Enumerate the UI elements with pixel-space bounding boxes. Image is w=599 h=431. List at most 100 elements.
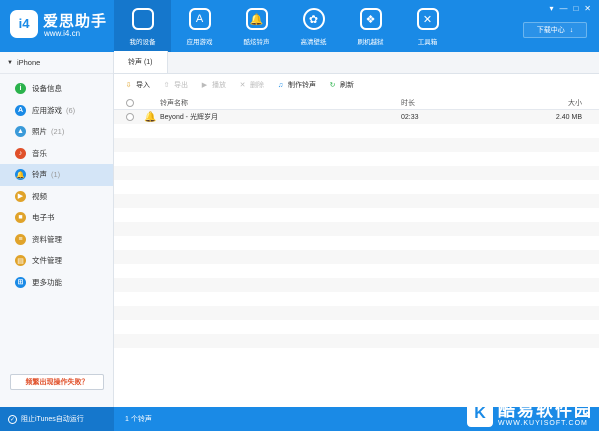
app-logo: i4 (10, 10, 38, 38)
info-icon: i (15, 83, 26, 95)
sidebar-item-count: (21) (51, 127, 65, 137)
empty-row (114, 278, 599, 292)
sidebar-item-book[interactable]: ■ 电子书 (0, 207, 113, 229)
device-header[interactable]: ▼ iPhone (0, 52, 113, 74)
block-itunes-label: 阻止iTunes自动运行 (21, 416, 84, 423)
column-name-header[interactable]: 铃声名称 (160, 98, 401, 108)
nav-item-flower[interactable]: ✿ 高清壁纸 (285, 0, 342, 52)
make-ringtone-icon: ♫ (277, 81, 284, 89)
sidebar-item-apps[interactable]: A 应用游戏 (6) (0, 100, 113, 122)
sidebar-item-photo[interactable]: ▲ 照片 (21) (0, 121, 113, 143)
menu-icon[interactable]: ▾ (549, 4, 553, 13)
download-center-button[interactable]: 下载中心 ↓ (523, 22, 587, 38)
make-ringtone-button[interactable]: ♫ 制作铃声 (276, 80, 316, 90)
apple-icon (131, 8, 154, 30)
sidebar-item-info[interactable]: i 设备信息 (0, 78, 113, 100)
nav-item-tools[interactable]: ✕ 工具箱 (399, 0, 456, 52)
import-button[interactable]: ⇩ 导入 (124, 80, 150, 90)
download-center-label: 下载中心 (536, 27, 565, 34)
export-button[interactable]: ⇧ 导出 (162, 80, 188, 90)
sidebar-item-label: 视频 (32, 191, 47, 201)
nav-item-box[interactable]: ❖ 刷机越狱 (342, 0, 399, 52)
ringtone-name: Beyond - 光辉岁月 (160, 114, 218, 121)
empty-row (114, 152, 599, 166)
play-icon: ▶ (201, 82, 208, 89)
empty-row (114, 208, 599, 222)
play-button[interactable]: ▶ 播放 (200, 80, 226, 90)
watermark-logo-icon: K (467, 401, 493, 427)
empty-row (114, 264, 599, 278)
row-select-radio[interactable] (126, 113, 134, 121)
watermark: K 酷易软件园 WWW.KUYISOFT.COM (467, 401, 593, 427)
folder-icon: ▤ (15, 255, 26, 267)
table-header: 铃声名称 时长 大小 (114, 96, 599, 110)
nav-item-label: 工具箱 (417, 39, 438, 46)
sidebar-list: i 设备信息 A 应用游戏 (6) ▲ 照片 (21) ♪ 音乐 🔔 铃声 (1) ▶ 视频 ■ 电子书 ≡ 资料管… (0, 74, 113, 293)
bell-icon: 🔔 (15, 169, 26, 181)
more-icon: ⊞ (15, 276, 26, 288)
flower-icon: ✿ (302, 8, 325, 30)
sidebar-item-contacts[interactable]: ≡ 资料管理 (0, 229, 113, 251)
sidebar-item-bell[interactable]: 🔔 铃声 (1) (0, 164, 113, 186)
export-icon: ⇧ (163, 82, 170, 89)
empty-row (114, 292, 599, 306)
toolbar-button-label: 播放 (212, 82, 226, 89)
contacts-icon: ≡ (15, 233, 26, 245)
app-store-icon: A (188, 8, 211, 30)
box-icon: ❖ (359, 8, 382, 30)
refresh-icon: ↻ (329, 82, 336, 89)
nav-item-app-store[interactable]: A 应用游戏 (171, 0, 228, 52)
book-icon: ■ (15, 212, 26, 224)
sidebar-item-music[interactable]: ♪ 音乐 (0, 143, 113, 165)
minimize-icon[interactable]: — (559, 4, 567, 13)
empty-row (114, 138, 599, 152)
toolbar-button-label: 制作铃声 (288, 82, 316, 89)
toolbar-button-label: 导入 (136, 82, 150, 89)
tab-bar: 铃声 (1) (114, 51, 599, 74)
close-icon[interactable]: ✕ (584, 4, 591, 13)
sidebar-item-label: 照片 (32, 127, 47, 137)
refresh-button[interactable]: ↻ 刷新 (328, 80, 354, 90)
app-url: www.i4.cn (44, 29, 81, 38)
main-nav: 我的设备 A 应用游戏 🔔 酷炫铃声 ✿ 高清壁纸 ❖ 刷机越狱 ✕ 工具箱 (114, 0, 456, 52)
check-icon: ✓ (8, 414, 17, 424)
nav-item-bell[interactable]: 🔔 酷炫铃声 (228, 0, 285, 52)
photo-icon: ▲ (15, 126, 26, 138)
nav-item-label: 应用游戏 (186, 39, 213, 46)
select-all-radio[interactable] (126, 98, 134, 107)
column-size-header[interactable]: 大小 (531, 98, 586, 108)
sidebar-item-label: 资料管理 (32, 234, 62, 244)
empty-row (114, 222, 599, 236)
import-icon: ⇩ (125, 82, 132, 89)
empty-row (114, 180, 599, 194)
empty-row (114, 320, 599, 334)
operation-failure-help-button[interactable]: 频繁出现操作失败？ (10, 374, 104, 390)
status-bar: ✓ 阻止iTunes自动运行 1 个铃声 K 酷易软件园 WWW.KUYISOF… (0, 401, 599, 431)
sidebar-item-count: (1) (51, 170, 61, 180)
column-duration-header[interactable]: 时长 (401, 98, 531, 108)
sidebar-item-label: 音乐 (32, 148, 47, 158)
table-row[interactable]: 🔔 Beyond - 光辉岁月 02:33 2.40 MB (114, 110, 599, 124)
nav-item-apple[interactable]: 我的设备 (114, 0, 171, 52)
sidebar-item-video[interactable]: ▶ 视频 (0, 186, 113, 208)
delete-icon: ✕ (239, 82, 246, 89)
tab-ringtones[interactable]: 铃声 (1) (114, 51, 168, 73)
ringtone-duration: 02:33 (401, 113, 419, 121)
sidebar-item-count: (6) (66, 105, 76, 115)
block-itunes-toggle[interactable]: ✓ 阻止iTunes自动运行 (0, 407, 114, 431)
main-panel: 铃声 (1) ⇩ 导入 ⇧ 导出 ▶ 播放 ✕ 删除 ♫ 制作铃声 ↻ 刷新 铃声名称 时长 大小 🔔… (114, 51, 599, 407)
sidebar-item-more[interactable]: ⊞ 更多功能 (0, 272, 113, 294)
maximize-icon[interactable]: □ (573, 4, 578, 13)
ringtone-size: 2.40 MB (555, 113, 582, 121)
empty-row (114, 306, 599, 320)
toolbar-button-label: 导出 (174, 82, 188, 89)
delete-button[interactable]: ✕ 删除 (238, 80, 264, 90)
app-name: 爱思助手 (43, 13, 108, 30)
sidebar-item-folder[interactable]: ▤ 文件管理 (0, 250, 113, 272)
bell-icon: 🔔 (245, 8, 268, 30)
toolbar: ⇩ 导入 ⇧ 导出 ▶ 播放 ✕ 删除 ♫ 制作铃声 ↻ 刷新 (114, 74, 599, 96)
toolbar-button-label: 刷新 (340, 82, 354, 89)
device-name: iPhone (16, 58, 41, 67)
video-icon: ▶ (15, 190, 26, 202)
download-icon: ↓ (569, 26, 574, 34)
